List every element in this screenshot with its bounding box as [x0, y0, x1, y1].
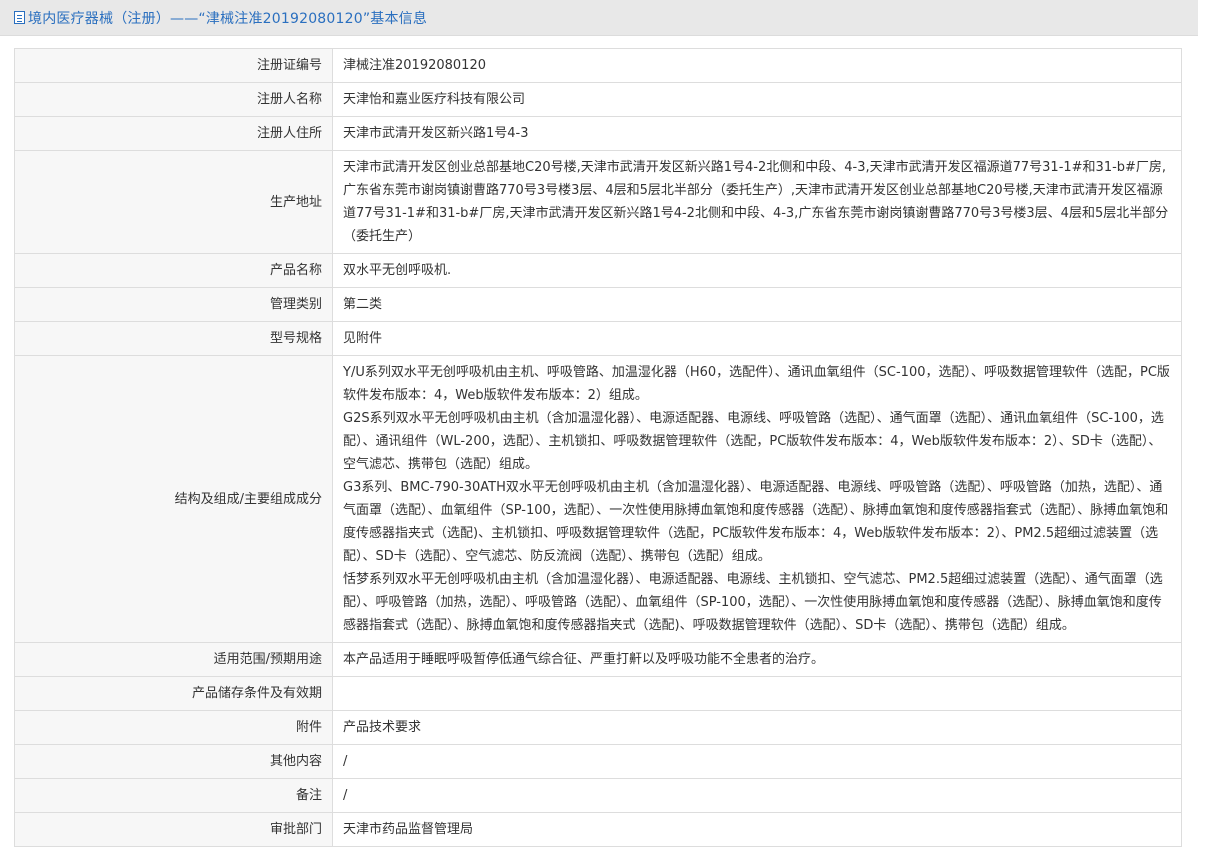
row-label: 适用范围/预期用途: [14, 642, 333, 677]
table-row: 备注 /: [14, 778, 1182, 813]
row-label: 备注: [14, 778, 333, 813]
row-value: 天津怡和嘉业医疗科技有限公司: [332, 82, 1182, 117]
row-value: 本产品适用于睡眠呼吸暂停低通气综合征、严重打鼾以及呼吸功能不全患者的治疗。: [332, 642, 1182, 677]
row-value: 双水平无创呼吸机.: [332, 253, 1182, 288]
info-table-container: 注册证编号 津械注准20192080120 注册人名称 天津怡和嘉业医疗科技有限…: [14, 48, 1182, 847]
table-row: 注册人名称 天津怡和嘉业医疗科技有限公司: [14, 82, 1182, 117]
composition-paragraph: G2S系列双水平无创呼吸机由主机（含加温湿化器）、电源适配器、电源线、呼吸管路（…: [343, 411, 1164, 472]
row-label: 其他内容: [14, 744, 333, 779]
row-value: 天津市武清开发区新兴路1号4-3: [332, 116, 1182, 151]
table-row: 审批部门 天津市药品监督管理局: [14, 812, 1182, 847]
table-row: 产品储存条件及有效期: [14, 676, 1182, 711]
table-row: 管理类别 第二类: [14, 287, 1182, 322]
info-table: 注册证编号 津械注准20192080120 注册人名称 天津怡和嘉业医疗科技有限…: [14, 48, 1182, 847]
table-row: 型号规格 见附件: [14, 321, 1182, 356]
table-row: 产品名称 双水平无创呼吸机.: [14, 253, 1182, 288]
composition-paragraph: 恬梦系列双水平无创呼吸机由主机（含加温湿化器）、电源适配器、电源线、主机锁扣、空…: [343, 572, 1163, 633]
composition-paragraph: Y/U系列双水平无创呼吸机由主机、呼吸管路、加温湿化器（H60，选配件）、通讯血…: [343, 365, 1170, 403]
row-label: 结构及组成/主要组成成分: [14, 355, 333, 643]
row-value: Y/U系列双水平无创呼吸机由主机、呼吸管路、加温湿化器（H60，选配件）、通讯血…: [332, 355, 1182, 643]
row-value: 天津市药品监督管理局: [332, 812, 1182, 847]
row-value: /: [332, 744, 1182, 779]
composition-paragraph: G3系列、BMC-790-30ATH双水平无创呼吸机由主机（含加温湿化器）、电源…: [343, 480, 1169, 564]
row-label: 型号规格: [14, 321, 333, 356]
row-label: 管理类别: [14, 287, 333, 322]
page: 境内医疗器械（注册）——“津械注准20192080120”基本信息 注册证编号 …: [0, 0, 1232, 853]
row-label: 审批部门: [14, 812, 333, 847]
row-value: 产品技术要求: [332, 710, 1182, 745]
row-value: 见附件: [332, 321, 1182, 356]
row-value: /: [332, 778, 1182, 813]
table-row: 附件 产品技术要求: [14, 710, 1182, 745]
table-row: 生产地址 天津市武清开发区创业总部基地C20号楼,天津市武清开发区新兴路1号4-…: [14, 150, 1182, 254]
document-icon: [14, 11, 25, 24]
row-label: 生产地址: [14, 150, 333, 254]
row-label: 附件: [14, 710, 333, 745]
row-label: 注册人住所: [14, 116, 333, 151]
row-value: 天津市武清开发区创业总部基地C20号楼,天津市武清开发区新兴路1号4-2北侧和中…: [332, 150, 1182, 254]
table-row: 适用范围/预期用途 本产品适用于睡眠呼吸暂停低通气综合征、严重打鼾以及呼吸功能不…: [14, 642, 1182, 677]
row-label: 注册证编号: [14, 48, 333, 83]
table-row: 其他内容 /: [14, 744, 1182, 779]
row-value: 第二类: [332, 287, 1182, 322]
page-header: 境内医疗器械（注册）——“津械注准20192080120”基本信息: [0, 0, 1198, 36]
table-row: 结构及组成/主要组成成分 Y/U系列双水平无创呼吸机由主机、呼吸管路、加温湿化器…: [14, 355, 1182, 643]
row-label: 产品名称: [14, 253, 333, 288]
row-value: 津械注准20192080120: [332, 48, 1182, 83]
page-title: 境内医疗器械（注册）——“津械注准20192080120”基本信息: [28, 10, 428, 27]
table-row: 注册人住所 天津市武清开发区新兴路1号4-3: [14, 116, 1182, 151]
row-label: 注册人名称: [14, 82, 333, 117]
row-label: 产品储存条件及有效期: [14, 676, 333, 711]
table-row: 注册证编号 津械注准20192080120: [14, 48, 1182, 83]
row-value: [332, 676, 1182, 711]
